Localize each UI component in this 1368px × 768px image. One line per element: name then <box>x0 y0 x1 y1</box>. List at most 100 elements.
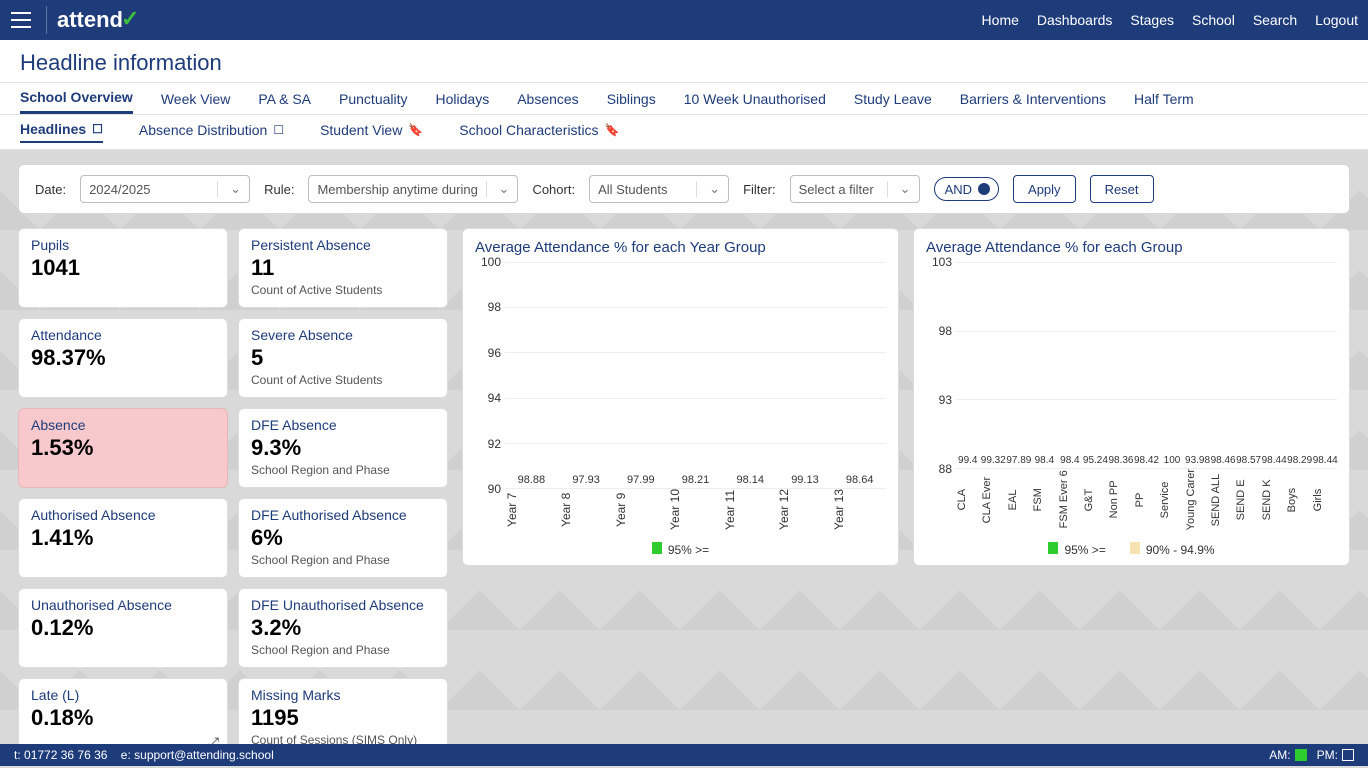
page-title: Headline information <box>0 40 1368 83</box>
tab-half-term[interactable]: Half Term <box>1134 89 1194 114</box>
chart-0: Average Attendance % for each Year Group… <box>462 228 899 566</box>
x-axis: CLACLA EverEALFSMFSM Ever 6G&TNon PPPPSe… <box>956 469 1337 536</box>
topbar-divider <box>46 6 47 34</box>
tab-absences[interactable]: Absences <box>517 89 578 114</box>
kpi-pupils[interactable]: Pupils1041 <box>18 228 228 308</box>
bar-fsm[interactable]: 98.4 <box>1033 455 1057 468</box>
y-tick: 90 <box>488 482 501 496</box>
kpi-persistent-absence[interactable]: Persistent Absence11Count of Active Stud… <box>238 228 448 308</box>
kpi-dfe-unauthorised-absence[interactable]: DFE Unauthorised Absence3.2%School Regio… <box>238 588 448 668</box>
kpi-absence[interactable]: Absence1.53% <box>18 408 228 488</box>
brand-text: attend <box>57 7 123 33</box>
bar-year-13[interactable]: 98.64 <box>833 474 886 488</box>
primary-tabs: School Overview Week View PA & SA Punctuali… <box>0 83 1368 115</box>
kpi-dfe-authorised-absence[interactable]: DFE Authorised Absence6%School Region an… <box>238 498 448 578</box>
bar-cla[interactable]: 99.4 <box>956 455 980 468</box>
and-toggle[interactable]: AND <box>934 177 999 201</box>
legend-label: 95% >= <box>1064 543 1105 557</box>
date-select[interactable]: 2024/2025 ⌄ <box>80 175 250 203</box>
apply-button[interactable]: Apply <box>1013 175 1076 203</box>
bookmark-icon: 🔖 <box>605 123 620 137</box>
bar-eal[interactable]: 97.89 <box>1007 455 1031 468</box>
check-icon: ✓ <box>121 6 139 32</box>
filter-value: Select a filter <box>799 182 874 197</box>
tab-siblings[interactable]: Siblings <box>607 89 656 114</box>
kpi-title: Unauthorised Absence <box>31 597 215 613</box>
bar-value-label: 98.14 <box>736 474 764 486</box>
subtab-headlines[interactable]: Headlines☐ <box>20 121 103 143</box>
legend-item: 95% >= <box>1048 542 1105 557</box>
topnav-search[interactable]: Search <box>1253 12 1297 28</box>
bar-send-k[interactable]: 98.44 <box>1262 455 1286 468</box>
bar-boys[interactable]: 98.29 <box>1288 455 1312 468</box>
bar-year-12[interactable]: 99.13 <box>779 474 832 488</box>
chart-plot: 909294969810098.8897.9397.9998.2198.1499… <box>475 262 886 489</box>
x-tick: Year 12 <box>777 489 831 536</box>
kpi-authorised-absence[interactable]: Authorised Absence1.41% <box>18 498 228 578</box>
subtab-student-view[interactable]: Student View🔖 <box>320 121 423 143</box>
bar-year-11[interactable]: 98.14 <box>724 474 777 488</box>
tab-school-overview[interactable]: School Overview <box>20 89 133 114</box>
cohort-label: Cohort: <box>532 182 575 197</box>
bar-year-8[interactable]: 97.93 <box>560 474 613 488</box>
bar-year-7[interactable]: 98.88 <box>505 474 558 488</box>
cohort-select[interactable]: All Students ⌄ <box>589 175 729 203</box>
bar-year-10[interactable]: 98.21 <box>669 474 722 488</box>
bar-pp[interactable]: 98.42 <box>1135 455 1159 468</box>
bar-young-carer[interactable]: 93.98 <box>1186 455 1210 468</box>
topnav-dashboards[interactable]: Dashboards <box>1037 12 1113 28</box>
am-label: AM: <box>1269 748 1290 762</box>
bar-value-label: 98.46 <box>1211 455 1236 466</box>
topnav-stages[interactable]: Stages <box>1130 12 1174 28</box>
topnav-home[interactable]: Home <box>982 12 1019 28</box>
bar-value-label: 98.4 <box>1060 455 1079 466</box>
bar-year-9[interactable]: 97.99 <box>614 474 667 488</box>
kpi-unauthorised-absence[interactable]: Unauthorised Absence0.12% <box>18 588 228 668</box>
subtab-school-characteristics[interactable]: School Characteristics🔖 <box>459 121 619 143</box>
bar-cla-ever[interactable]: 99.32 <box>982 455 1006 468</box>
bar-non-pp[interactable]: 98.36 <box>1109 455 1133 468</box>
bar-girls[interactable]: 98.44 <box>1313 455 1337 468</box>
bar-service[interactable]: 100 <box>1160 455 1184 468</box>
bar-value-label: 99.13 <box>791 474 819 486</box>
tab-punctuality[interactable]: Punctuality <box>339 89 407 114</box>
tab-holidays[interactable]: Holidays <box>436 89 490 114</box>
x-tick: SEND E <box>1235 469 1260 536</box>
kpi-grid: Pupils1041Persistent Absence11Count of A… <box>18 228 448 758</box>
tab-barriers-interventions[interactable]: Barriers & Interventions <box>960 89 1106 114</box>
tab-week-view[interactable]: Week View <box>161 89 231 114</box>
kpi-title: DFE Authorised Absence <box>251 507 435 523</box>
email-value: support@attending.school <box>134 748 274 762</box>
kpi-title: Attendance <box>31 327 215 343</box>
kpi-dfe-absence[interactable]: DFE Absence9.3%School Region and Phase <box>238 408 448 488</box>
tab-10-week-unauthorised[interactable]: 10 Week Unauthorised <box>684 89 826 114</box>
reset-button[interactable]: Reset <box>1090 175 1154 203</box>
cohort-value: All Students <box>598 182 667 197</box>
bar-send-e[interactable]: 98.57 <box>1237 455 1261 468</box>
menu-icon[interactable] <box>6 5 36 35</box>
filter-select[interactable]: Select a filter ⌄ <box>790 175 920 203</box>
chevron-down-icon: ⌄ <box>887 181 911 197</box>
brand-logo[interactable]: attend✓ <box>57 7 139 33</box>
kpi-subtitle: School Region and Phase <box>251 553 435 567</box>
kpi-title: Absence <box>31 417 215 433</box>
x-tick: CLA <box>956 469 981 536</box>
kpi-attendance[interactable]: Attendance98.37% <box>18 318 228 398</box>
bar-send-all[interactable]: 98.46 <box>1211 455 1235 468</box>
bar-value-label: 97.93 <box>572 474 600 486</box>
x-tick: G&T <box>1083 469 1108 536</box>
tab-study-leave[interactable]: Study Leave <box>854 89 932 114</box>
tab-pa-sa[interactable]: PA & SA <box>258 89 311 114</box>
rule-label: Rule: <box>264 182 294 197</box>
x-tick: Service <box>1159 469 1184 536</box>
bar-value-label: 98.21 <box>682 474 710 486</box>
rule-select[interactable]: Membership anytime during ⌄ <box>308 175 518 203</box>
kpi-severe-absence[interactable]: Severe Absence5Count of Active Students <box>238 318 448 398</box>
y-tick: 103 <box>932 255 952 269</box>
subtab-absence-distribution[interactable]: Absence Distribution☐ <box>139 121 284 143</box>
x-tick: Young Carer <box>1185 469 1210 536</box>
bar-g-t[interactable]: 95.24 <box>1084 455 1108 468</box>
bar-fsm-ever-6[interactable]: 98.4 <box>1058 455 1082 468</box>
topnav-logout[interactable]: Logout <box>1315 12 1358 28</box>
topnav-school[interactable]: School <box>1192 12 1235 28</box>
